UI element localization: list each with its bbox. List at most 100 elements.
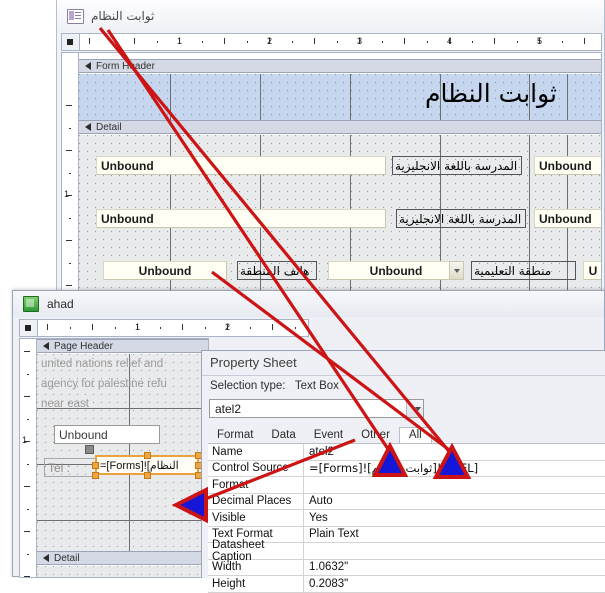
resize-handle-left[interactable]: [92, 462, 99, 469]
section-bar-detail[interactable]: Detail: [79, 120, 601, 134]
property-tab-event[interactable]: Event: [305, 428, 352, 443]
property-tab-format[interactable]: Format: [208, 428, 262, 443]
report-window-title: ahad: [47, 297, 74, 311]
ruler-number: 1: [177, 36, 183, 46]
ruler-tick: [381, 41, 383, 43]
label-educational-region[interactable]: منطقة التعليمية: [471, 261, 576, 280]
label-school-name-english-1[interactable]: سم المدرسة باللغة الانجليزية: [392, 156, 522, 175]
property-row[interactable]: Control Source =[Forms]![ثوابت النظام]![A…: [208, 460, 605, 477]
textbox-unbound-2[interactable]: Unbound: [534, 156, 601, 175]
label-region-phone[interactable]: هاتف المنطقة: [237, 261, 317, 280]
ruler-tick: [69, 217, 71, 219]
form-design-window[interactable]: ثوابت النظام 1 2 3 4 5 1 Form Header ثوابت ا…: [56, 0, 605, 318]
ruler-tick: [114, 327, 116, 329]
report-design-icon: [23, 296, 39, 312]
ruler-number: 1: [22, 435, 28, 445]
property-value[interactable]: 0.2083": [304, 576, 605, 592]
section-collapse-icon: [85, 123, 91, 131]
ruler-tick: [24, 486, 30, 487]
ruler-tick: [224, 38, 225, 44]
report-ruler-corner[interactable]: [20, 320, 38, 336]
move-handle[interactable]: [85, 445, 94, 454]
textbox-unbound-3[interactable]: Unbound: [96, 209, 386, 228]
selection-type-label: Selection type:: [210, 380, 286, 392]
ruler-number: 1: [135, 322, 141, 332]
property-value[interactable]: =[Forms]![ثوابت النظام]![ATEL]: [304, 461, 605, 477]
resize-handle-bottom[interactable]: [144, 472, 151, 479]
property-row[interactable]: Width 1.0632": [208, 559, 605, 576]
property-row[interactable]: Name atel2: [208, 444, 605, 461]
ruler-tick: [291, 41, 293, 43]
ruler-tick: [584, 38, 585, 44]
form-header-grid[interactable]: ثوابت النظام: [79, 74, 601, 120]
ruler-tick: [27, 418, 29, 420]
property-sheet-tabs[interactable]: Format Data Event Other All: [208, 424, 432, 444]
property-sheet-object-value: atel2: [215, 401, 242, 416]
report-detail-grid[interactable]: [37, 566, 208, 577]
property-value[interactable]: [304, 477, 605, 493]
ruler-tick: [494, 38, 495, 44]
property-tab-other[interactable]: Other: [352, 428, 399, 443]
ruler-tick: [27, 373, 29, 375]
textbox-unbound-5[interactable]: Unbound: [103, 261, 227, 280]
report-vertical-ruler[interactable]: 1: [19, 338, 37, 578]
property-sheet-object-combo[interactable]: atel2: [209, 399, 424, 418]
ruler-corner-select-all[interactable]: [62, 34, 80, 50]
combobox-unbound-1[interactable]: Unbound: [328, 261, 464, 280]
report-design-window[interactable]: ahad 123 1 Page Header united nations re…: [12, 290, 605, 593]
section-collapse-icon: [43, 554, 49, 562]
property-name: Height: [208, 576, 304, 592]
section-collapse-icon: [85, 62, 91, 70]
property-row[interactable]: Datasheet Caption: [208, 539, 605, 563]
property-tab-all[interactable]: All: [398, 427, 432, 444]
textbox-unbound-6[interactable]: U: [583, 261, 601, 280]
textbox-unbound-1[interactable]: Unbound: [96, 156, 386, 175]
selection-type-row: Selection type: Text Box: [210, 380, 339, 392]
property-sheet-panel[interactable]: Property Sheet Selection type: Text Box …: [201, 350, 605, 593]
page-header-text-line-3: near east: [41, 398, 89, 410]
ruler-tick: [27, 508, 29, 510]
label-school-name-english-2[interactable]: سم المدرسة باللغة الانجليزية: [396, 209, 526, 228]
textbox-unbound-4[interactable]: Unbound: [534, 209, 601, 228]
property-value[interactable]: Auto: [304, 494, 605, 510]
ruler-tick: [134, 38, 135, 44]
ruler-tick: [27, 553, 29, 555]
textbox-unbound-report[interactable]: Unbound: [54, 425, 160, 444]
property-row[interactable]: Format: [208, 477, 605, 494]
page-header-grid[interactable]: united nations relief and agency for pal…: [37, 354, 208, 551]
section-bar-detail-report[interactable]: Detail: [37, 551, 208, 565]
ruler-tick: [246, 41, 248, 43]
property-row[interactable]: Decimal Places Auto: [208, 493, 605, 510]
resize-handle-top[interactable]: [144, 452, 151, 459]
label-tel[interactable]: Tel :: [44, 458, 96, 477]
section-bar-page-header[interactable]: Page Header: [37, 339, 208, 353]
resize-handle-bl[interactable]: [92, 472, 99, 479]
property-value[interactable]: atel2: [304, 444, 605, 460]
property-row[interactable]: Visible Yes: [208, 510, 605, 527]
ruler-number: 4: [447, 36, 453, 46]
ruler-tick: [24, 351, 30, 352]
form-design-canvas[interactable]: Form Header ثوابت النظام Detail Unbound …: [78, 52, 602, 314]
section-bar-form-header[interactable]: Form Header: [79, 59, 601, 73]
ruler-tick: [66, 285, 72, 286]
property-rows-table[interactable]: Name atel2 Control Source =[Forms]![ثوابت ا…: [208, 443, 605, 593]
property-value[interactable]: 1.0632": [304, 560, 605, 576]
chevron-down-icon[interactable]: [406, 400, 423, 417]
report-design-canvas[interactable]: Page Header united nations relief and ag…: [36, 338, 209, 578]
property-value[interactable]: Yes: [304, 510, 605, 526]
property-name: Datasheet Caption: [208, 539, 304, 563]
property-name: Visible: [208, 510, 304, 526]
form-window-title: ثوابت النظام: [91, 9, 155, 23]
report-horizontal-ruler[interactable]: 123: [19, 319, 309, 337]
form-header-title-label[interactable]: ثوابت النظام: [425, 79, 557, 108]
property-tab-data[interactable]: Data: [262, 428, 304, 443]
report-window-titlebar[interactable]: ahad: [13, 291, 604, 317]
property-value[interactable]: [304, 543, 605, 559]
form-vertical-ruler[interactable]: 1: [61, 52, 79, 314]
form-detail-grid[interactable]: Unbound سم المدرسة باللغة الانجليزية Unb…: [79, 135, 601, 300]
property-value[interactable]: Plain Text: [304, 527, 605, 543]
property-row[interactable]: Height 0.2083": [208, 576, 605, 593]
form-window-titlebar[interactable]: ثوابت النظام: [57, 0, 604, 32]
form-horizontal-ruler[interactable]: 1 2 3 4 5: [61, 33, 602, 51]
combobox-dropdown-arrow-icon[interactable]: [449, 261, 464, 280]
